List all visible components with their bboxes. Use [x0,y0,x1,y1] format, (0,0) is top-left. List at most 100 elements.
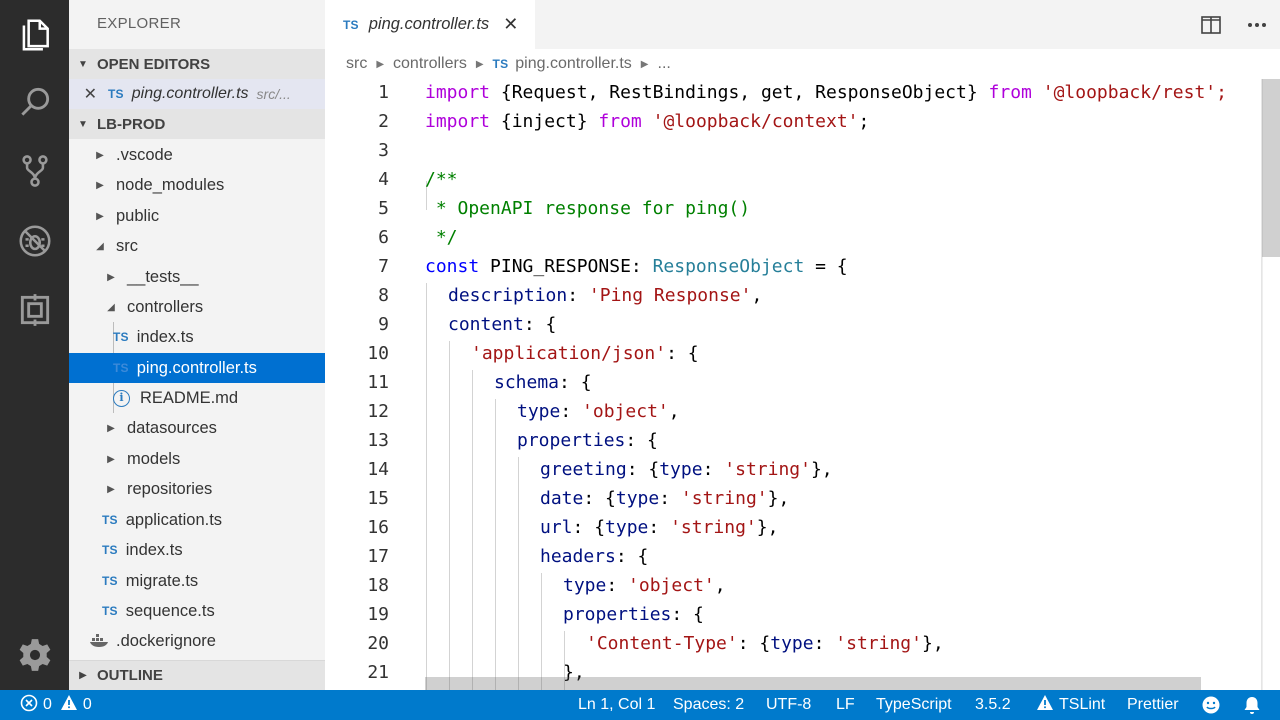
close-icon[interactable]: ✕ [69,84,97,104]
project-header[interactable]: ▼ LB-PROD [69,109,325,139]
tab-ping-controller[interactable]: TS ping.controller.ts ✕ [325,0,535,49]
close-icon[interactable]: ✕ [503,14,518,35]
line-number: 13 [367,430,389,451]
search-icon[interactable] [14,81,56,123]
source-control-icon[interactable] [14,150,56,192]
vertical-scrollbar[interactable] [1262,79,1280,257]
prettier-status[interactable]: Prettier [1127,690,1179,720]
ts-file-icon: TS [113,361,129,375]
line-number: 11 [367,372,389,393]
chevron-right-icon: ▶ [96,149,104,161]
explorer-sidebar: EXPLORER ▼ OPEN EDITORS ✕ TS ping.contro… [69,0,325,690]
tree-folder-vscode[interactable]: ▶ .vscode [69,140,325,170]
line-number: 1 [378,82,389,103]
chevron-right-icon: ▶ [107,271,115,283]
tree-folder-models[interactable]: ▶ models [69,444,325,474]
breadcrumb-ellipsis[interactable]: ... [658,55,671,73]
tree-file-sequence-ts[interactable]: TS sequence.ts [69,596,325,626]
tree-file-controllers-index-ts[interactable]: TS index.ts [69,322,325,352]
line-number: 19 [367,604,389,625]
breadcrumb-item-file[interactable]: ping.controller.ts [515,55,632,73]
line-number: 16 [367,517,389,538]
code-line: description: 'Ping Response', [448,285,763,306]
line-number: 17 [367,546,389,567]
tree-folder-src[interactable]: ◢ src [69,231,325,261]
line-number: 14 [367,459,389,480]
tree-folder-datasources[interactable]: ▶ datasources [69,413,325,443]
files-icon[interactable] [14,14,56,56]
chevron-right-icon: ▶ [96,210,104,222]
debug-icon[interactable] [14,220,56,262]
ts-file-icon: TS [102,513,118,527]
code-editor[interactable]: 1 2 3 4 5 6 7 8 9 10 11 12 13 14 15 16 1… [325,79,1280,690]
code-line: headers: { [540,546,649,567]
indent-guide [426,283,427,690]
tab-bar: TS ping.controller.ts ✕ [325,0,1280,49]
breadcrumb-item-controllers[interactable]: controllers [393,55,467,73]
tree-file-ping-controller-ts[interactable]: TS ping.controller.ts [69,353,325,383]
horizontal-scrollbar[interactable] [425,677,1201,690]
indent-guide [541,573,542,690]
code-line: type: 'object', [517,401,680,422]
tree-file-migrate-ts[interactable]: TS migrate.ts [69,566,325,596]
tree-folder-repositories[interactable]: ▶ repositories [69,474,325,504]
line-number: 15 [367,488,389,509]
tree-file-dockerignore[interactable]: .dockerignore [69,626,325,656]
tslint-status[interactable]: TSLint [1036,690,1105,720]
problems-indicator[interactable]: 0 0 [20,690,92,720]
typescript-version[interactable]: 3.5.2 [975,690,1011,720]
indent-guide [495,399,496,690]
ts-file-icon: TS [113,330,129,344]
editor-actions [1188,0,1280,49]
line-number: 9 [378,314,389,335]
split-editor-icon[interactable] [1188,0,1234,49]
status-bar: 0 0 Ln 1, Col 1 Spaces: 2 UTF-8 LF TypeS… [0,690,1280,720]
line-number: 3 [378,140,389,161]
code-line: */ [425,227,458,248]
outline-header[interactable]: ▶ OUTLINE [69,660,325,690]
open-editor-item[interactable]: ✕ TS ping.controller.ts src/... [69,79,325,109]
more-icon[interactable] [1234,0,1280,49]
smiley-icon[interactable] [1201,690,1221,720]
tab-label: ping.controller.ts [368,15,490,33]
tree-folder-public[interactable]: ▶ public [69,201,325,231]
tree-file-readme-md[interactable]: i README.md [69,383,325,413]
code-line: /** [425,169,458,190]
line-number: 12 [367,401,389,422]
eol-setting[interactable]: LF [836,690,855,720]
tree-folder-node-modules[interactable]: ▶ node_modules [69,170,325,200]
cursor-position[interactable]: Ln 1, Col 1 [578,690,655,720]
open-editors-header[interactable]: ▼ OPEN EDITORS [69,49,325,79]
line-number: 4 [378,169,389,190]
tree-folder-tests[interactable]: ▶ __tests__ [69,262,325,292]
chevron-down-icon: ◢ [96,240,104,252]
chevron-right-icon: ▶ [107,422,115,434]
indent-guide [472,370,473,690]
code-line: 'Content-Type': {type: 'string'}, [586,633,944,654]
indentation-setting[interactable]: Spaces: 2 [673,690,744,720]
extensions-icon[interactable] [14,289,56,331]
tree-folder-controllers[interactable]: ◢ controllers [69,292,325,322]
chevron-right-icon: ▶ [475,58,484,70]
ts-file-icon: TS [102,604,118,618]
chevron-right-icon: ▶ [96,179,104,191]
code-line: * OpenAPI response for ping() [425,198,751,219]
code-line: schema: { [494,372,592,393]
chevron-right-icon: ▶ [107,453,115,465]
tree-file-application-ts[interactable]: TS application.ts [69,505,325,535]
line-number: 5 [378,198,389,219]
encoding-setting[interactable]: UTF-8 [766,690,811,720]
gear-icon[interactable] [14,634,56,676]
open-editor-path: src/... [256,86,291,102]
line-number: 10 [367,343,389,364]
activity-bar [0,0,69,690]
code-line: url: {type: 'string'}, [540,517,779,538]
code-line: const PING_RESPONSE: ResponseObject = { [425,256,848,277]
chevron-down-icon: ▼ [78,58,88,70]
open-editor-name: ping.controller.ts [131,85,249,102]
breadcrumb-item-src[interactable]: src [346,55,367,73]
tree-file-src-index-ts[interactable]: TS index.ts [69,535,325,565]
docker-icon [90,633,110,650]
bell-icon[interactable] [1243,690,1261,720]
language-mode[interactable]: TypeScript [876,690,952,720]
